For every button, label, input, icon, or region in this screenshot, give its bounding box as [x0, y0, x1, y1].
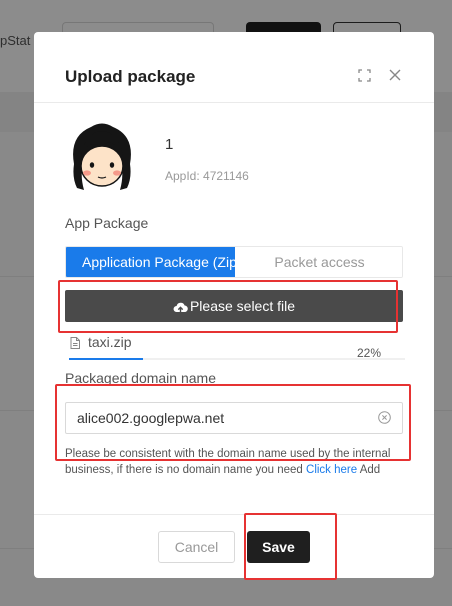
tab-packet-access[interactable]: Packet access [235, 247, 402, 277]
domain-label: Packaged domain name [65, 370, 216, 386]
cancel-button[interactable]: Cancel [158, 531, 235, 563]
package-type-tabs: Application Package (Zip) Packet access [65, 246, 403, 278]
app-id: AppId: 4721146 [165, 169, 249, 183]
select-file-label: Please select file [189, 298, 296, 314]
app-avatar [73, 123, 131, 190]
uploaded-file-item[interactable]: taxi.zip [70, 334, 132, 350]
app-name: 1 [165, 136, 174, 153]
fullscreen-icon[interactable] [358, 69, 371, 82]
add-domain-link[interactable]: Click here [306, 464, 357, 476]
header-divider [34, 102, 434, 103]
app-package-label: App Package [65, 215, 149, 231]
save-button[interactable]: Save [247, 531, 310, 563]
domain-hint-suffix: Add [359, 464, 381, 476]
footer-divider [34, 514, 434, 515]
clear-input-icon[interactable] [378, 411, 391, 424]
file-name: taxi.zip [88, 334, 132, 350]
close-icon[interactable] [388, 68, 402, 82]
upload-progress-bar [69, 358, 405, 360]
upload-package-modal: Upload package 1 AppId: 4721146 App Pack… [34, 32, 434, 578]
file-icon [70, 337, 80, 349]
cloud-upload-icon [173, 302, 188, 313]
tab-application-package[interactable]: Application Package (Zip) [66, 247, 235, 277]
select-file-button[interactable]: Please select file [65, 290, 403, 322]
domain-hint: Please be consistent with the domain nam… [65, 446, 395, 478]
domain-input[interactable]: alice002.googlepwa.net [65, 402, 403, 434]
modal-title: Upload package [65, 67, 196, 86]
upload-progress-fill [69, 358, 143, 360]
